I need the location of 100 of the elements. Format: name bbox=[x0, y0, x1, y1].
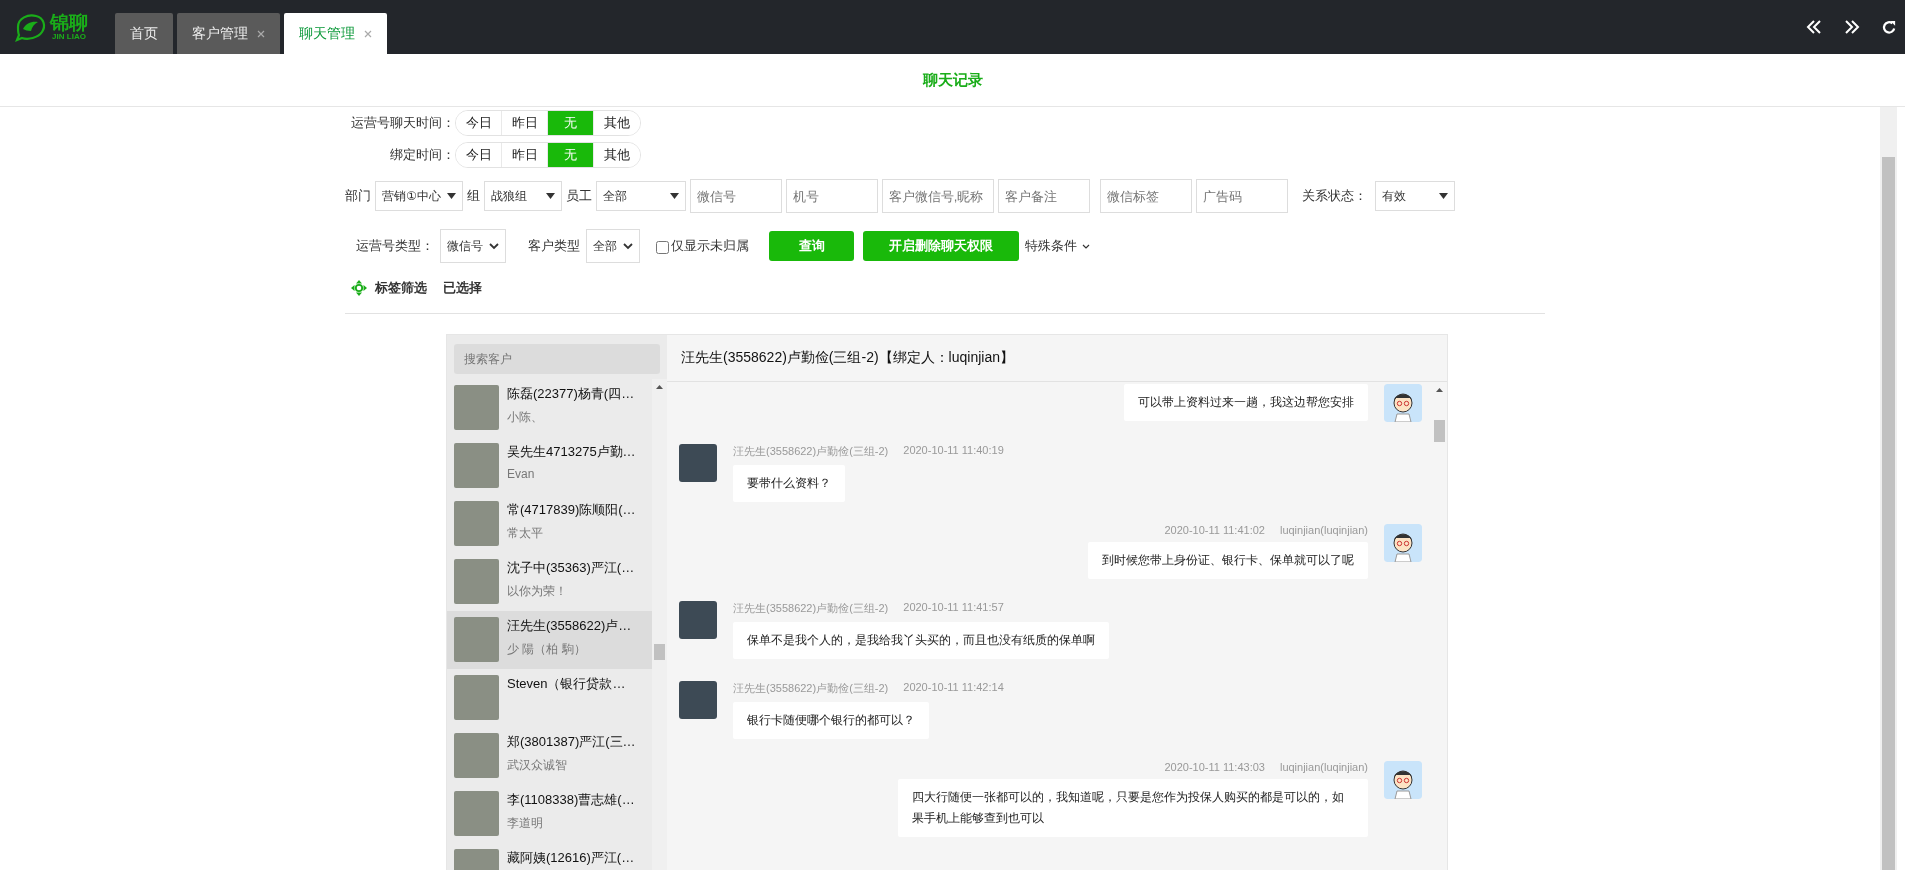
scrollbar-thumb[interactable] bbox=[1882, 157, 1895, 870]
scroll-up-arrow-icon[interactable] bbox=[656, 385, 663, 389]
caret-icon bbox=[545, 193, 555, 199]
input-field[interactable]: 客户备注 bbox=[997, 179, 1090, 213]
select-field[interactable]: 全部 bbox=[595, 181, 686, 211]
contact-remark: 少 陽（柏 駒） bbox=[507, 641, 587, 658]
filter-label: 绑定时间： bbox=[389, 146, 455, 164]
contact-item[interactable]: 郑(3801387)严江(三… 武汉众诚智 bbox=[447, 727, 652, 785]
photo-placeholder bbox=[679, 601, 717, 639]
input-field[interactable]: 机号 bbox=[785, 179, 878, 213]
photo-placeholder bbox=[454, 733, 499, 778]
nav-tab[interactable]: 首页 bbox=[115, 13, 173, 54]
photo-placeholder bbox=[454, 675, 499, 720]
logo-subtitle: JIN LIAO bbox=[52, 33, 86, 41]
contact-item[interactable]: 沈子中(35363)严江(… 以你为荣！ bbox=[447, 553, 652, 611]
select-field[interactable]: 有效 bbox=[1374, 181, 1455, 211]
message-bubble: 四大行随便一张都可以的，我知道呢，只要是您作为投保人购买的都是可以的，如果手机上能够查到也可以 bbox=[898, 779, 1368, 837]
chat-title: 汪先生(3558622)卢勤俭(三组-2)【绑定人：luqinjian】 bbox=[681, 349, 1014, 367]
message-time: 2020-10-11 11:41:02 bbox=[1164, 524, 1265, 536]
message-time: 2020-10-11 11:41:57 bbox=[903, 601, 1004, 615]
scrollbar-thumb[interactable] bbox=[654, 644, 665, 660]
input-field[interactable]: 客户微信号,昵称 bbox=[881, 179, 994, 213]
refresh-icon[interactable] bbox=[1882, 19, 1897, 35]
contact-remark: Evan bbox=[507, 467, 536, 481]
contact-remark: 以你为荣！ bbox=[507, 583, 568, 600]
scrollbar-thumb[interactable] bbox=[1434, 420, 1445, 442]
contact-name: 藏阿姨(12616)严江(… bbox=[507, 849, 635, 867]
move-arrows-icon[interactable] bbox=[351, 280, 367, 296]
contact-item[interactable]: 吴先生4713275卢勤… Evan bbox=[447, 437, 652, 495]
photo-placeholder bbox=[454, 791, 499, 836]
logo-text: 锦聊 bbox=[50, 13, 88, 32]
message-bubble: 可以带上资料过来一趟，我这边帮您安排 bbox=[1124, 384, 1368, 421]
segment-button[interactable]: 今日 bbox=[456, 111, 502, 135]
select-field[interactable]: 营销①中心 bbox=[375, 181, 463, 211]
photo-placeholder bbox=[454, 501, 499, 546]
contact-item[interactable]: 陈磊(22377)杨青(四… 小陈、 bbox=[447, 379, 652, 437]
nav-tab[interactable]: 客户管理 bbox=[177, 13, 280, 54]
filter-label: 员工 bbox=[565, 187, 592, 205]
caret-icon bbox=[1438, 193, 1448, 199]
filter-label: 客户类型 bbox=[528, 237, 580, 255]
input-field[interactable]: 微信标签 bbox=[1099, 179, 1192, 213]
photo-placeholder bbox=[454, 559, 499, 604]
contact-item[interactable]: Steven（银行贷款… bbox=[447, 669, 652, 727]
contact-remark: 李道明 bbox=[507, 815, 544, 832]
selected-tags-label: 已选择 bbox=[443, 279, 482, 297]
scrollbar[interactable] bbox=[652, 379, 667, 870]
input-field[interactable]: 微信号 bbox=[689, 179, 782, 213]
caret-icon bbox=[669, 193, 679, 199]
contact-item[interactable]: 藏阿姨(12616)严江(… bbox=[447, 843, 652, 870]
special-conditions-dropdown[interactable]: 特殊条件 bbox=[1025, 237, 1090, 255]
tag-filter-label[interactable]: 标签筛选 bbox=[375, 279, 427, 297]
caret-icon bbox=[489, 242, 499, 250]
nav-tab[interactable]: 聊天管理 bbox=[284, 13, 387, 54]
filter-label: 部门 bbox=[345, 187, 371, 205]
filter-label: 关系状态： bbox=[1301, 187, 1367, 205]
sender-name: luqinjian(luqinjian) bbox=[1279, 524, 1368, 536]
scrollbar[interactable] bbox=[1880, 107, 1897, 870]
filter-label: 运营号聊天时间： bbox=[350, 114, 455, 132]
photo-placeholder bbox=[679, 681, 717, 719]
close-icon[interactable] bbox=[257, 29, 265, 38]
sender-name: 汪先生(3558622)卢勤俭(三组-2) bbox=[733, 444, 889, 459]
sender-name: 汪先生(3558622)卢勤俭(三组-2) bbox=[733, 681, 889, 696]
photo-placeholder bbox=[454, 617, 499, 662]
caret-icon bbox=[446, 193, 456, 199]
double-right-icon[interactable] bbox=[1844, 19, 1860, 35]
contact-remark: 常太平 bbox=[507, 525, 544, 542]
bird-logo-icon bbox=[14, 12, 48, 42]
contact-item[interactable]: 汪先生(3558622)卢… 少 陽（柏 駒） bbox=[447, 611, 652, 669]
message-time: 2020-10-11 11:43:03 bbox=[1164, 761, 1265, 773]
sender-name: luqinjian(luqinjian) bbox=[1279, 761, 1368, 773]
contact-item[interactable]: 常(4717839)陈顺阳(… 常太平 bbox=[447, 495, 652, 553]
message-bubble: 要带什么资料？ bbox=[733, 465, 845, 502]
checkbox-label: 仅显示未归属 bbox=[671, 237, 749, 255]
message-bubble: 银行卡随便哪个银行的都可以？ bbox=[733, 702, 929, 739]
agent-avatar-icon bbox=[1384, 761, 1422, 799]
agent-avatar-icon bbox=[1384, 384, 1422, 422]
select-field[interactable]: 微信号 bbox=[440, 229, 506, 263]
scroll-up-arrow-icon[interactable] bbox=[1436, 388, 1443, 392]
contact-name: 吴先生4713275卢勤… bbox=[507, 443, 636, 461]
message-time: 2020-10-11 11:40:19 bbox=[903, 444, 1004, 458]
select-field[interactable]: 战狼组 bbox=[483, 181, 562, 211]
page-title: 聊天记录 bbox=[922, 70, 983, 90]
filter-label: 组 bbox=[466, 187, 480, 205]
search-field[interactable]: 搜索客户 bbox=[454, 344, 660, 374]
message-bubble: 到时候您带上身份证、银行卡、保单就可以了呢 bbox=[1088, 542, 1368, 579]
contact-name: 汪先生(3558622)卢… bbox=[507, 617, 632, 635]
message-time: 2020-10-11 11:42:14 bbox=[903, 681, 1004, 695]
close-icon[interactable] bbox=[364, 29, 372, 38]
agent-avatar-icon bbox=[1384, 524, 1422, 562]
contact-remark: 武汉众诚智 bbox=[507, 757, 568, 774]
contact-remark: 小陈、 bbox=[507, 409, 544, 426]
segment-button[interactable]: 今日 bbox=[456, 143, 502, 167]
double-left-icon[interactable] bbox=[1806, 19, 1822, 35]
input-field[interactable]: 广告码 bbox=[1195, 179, 1288, 213]
contact-item[interactable]: 李(1108338)曹志雄(… 李道明 bbox=[447, 785, 652, 843]
sender-name: 汪先生(3558622)卢勤俭(三组-2) bbox=[733, 601, 889, 616]
select-field[interactable]: 全部 bbox=[586, 229, 640, 263]
checkbox[interactable] bbox=[656, 241, 669, 254]
contact-name: 常(4717839)陈顺阳(… bbox=[507, 501, 636, 519]
contact-name: 郑(3801387)严江(三… bbox=[507, 733, 636, 751]
